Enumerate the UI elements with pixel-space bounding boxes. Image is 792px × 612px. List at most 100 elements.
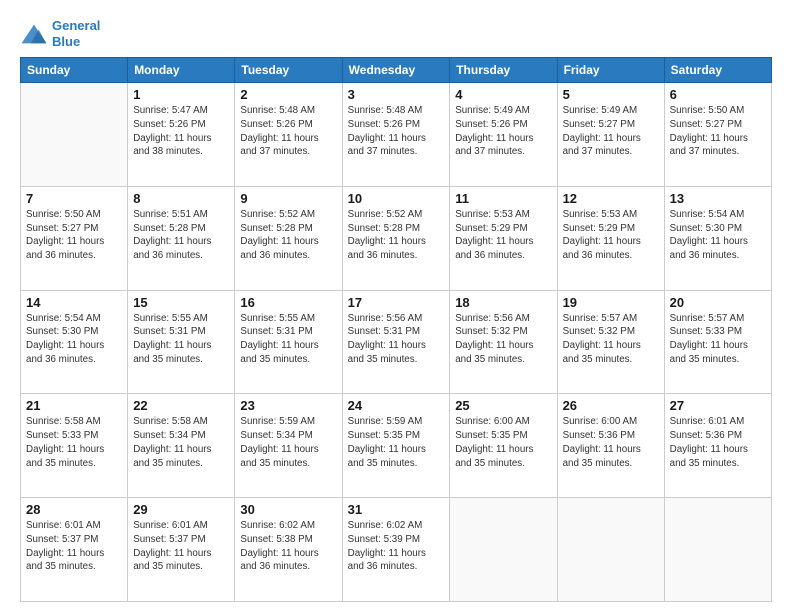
calendar-header-friday: Friday xyxy=(557,58,664,83)
calendar-week-3: 14 Sunrise: 5:54 AM Sunset: 5:30 PM Dayli… xyxy=(21,290,772,394)
day-info: Sunrise: 5:52 AM Sunset: 5:28 PM Dayligh… xyxy=(240,208,336,263)
calendar-header-sunday: Sunday xyxy=(21,58,128,83)
calendar-cell: 6 Sunrise: 5:50 AM Sunset: 5:27 PM Daylig… xyxy=(664,83,771,187)
calendar-cell: 5 Sunrise: 5:49 AM Sunset: 5:27 PM Daylig… xyxy=(557,83,664,187)
calendar-cell: 4 Sunrise: 5:49 AM Sunset: 5:26 PM Daylig… xyxy=(450,83,557,187)
calendar-cell: 10 Sunrise: 5:52 AM Sunset: 5:28 PM Dayli… xyxy=(342,186,450,290)
calendar-cell: 26 Sunrise: 6:00 AM Sunset: 5:36 PM Dayli… xyxy=(557,394,664,498)
day-info: Sunrise: 5:55 AM Sunset: 5:31 PM Dayligh… xyxy=(133,312,229,367)
calendar-header-row: SundayMondayTuesdayWednesdayThursdayFrid… xyxy=(21,58,772,83)
page: General Blue SundayMondayTuesdayWednesda… xyxy=(0,0,792,612)
day-number: 2 xyxy=(240,87,336,102)
day-info: Sunrise: 5:50 AM Sunset: 5:27 PM Dayligh… xyxy=(26,208,122,263)
day-number: 31 xyxy=(348,502,445,517)
calendar-cell xyxy=(664,498,771,602)
calendar-cell: 15 Sunrise: 5:55 AM Sunset: 5:31 PM Dayli… xyxy=(128,290,235,394)
day-number: 3 xyxy=(348,87,445,102)
day-info: Sunrise: 5:49 AM Sunset: 5:27 PM Dayligh… xyxy=(563,104,659,159)
day-number: 14 xyxy=(26,295,122,310)
calendar-cell: 30Sunrise: 6:02 AM Sunset: 5:38 PM Dayli… xyxy=(235,498,342,602)
day-info: Sunrise: 6:02 AM Sunset: 5:39 PM Dayligh… xyxy=(348,519,445,574)
day-number: 12 xyxy=(563,191,659,206)
day-info: Sunrise: 5:55 AM Sunset: 5:31 PM Dayligh… xyxy=(240,312,336,367)
day-number: 27 xyxy=(670,398,766,413)
day-info: Sunrise: 5:59 AM Sunset: 5:35 PM Dayligh… xyxy=(348,415,445,470)
calendar-header-monday: Monday xyxy=(128,58,235,83)
calendar-cell xyxy=(450,498,557,602)
day-info: Sunrise: 5:57 AM Sunset: 5:33 PM Dayligh… xyxy=(670,312,766,367)
calendar-cell: 22Sunrise: 5:58 AM Sunset: 5:34 PM Dayli… xyxy=(128,394,235,498)
day-info: Sunrise: 5:47 AM Sunset: 5:26 PM Dayligh… xyxy=(133,104,229,159)
calendar-cell: 20 Sunrise: 5:57 AM Sunset: 5:33 PM Dayli… xyxy=(664,290,771,394)
day-number: 24 xyxy=(348,398,445,413)
calendar-cell: 29Sunrise: 6:01 AM Sunset: 5:37 PM Dayli… xyxy=(128,498,235,602)
day-info: Sunrise: 5:54 AM Sunset: 5:30 PM Dayligh… xyxy=(670,208,766,263)
calendar-week-5: 28Sunrise: 6:01 AM Sunset: 5:37 PM Dayli… xyxy=(21,498,772,602)
calendar-week-4: 21 Sunrise: 5:58 AM Sunset: 5:33 PM Dayli… xyxy=(21,394,772,498)
day-number: 8 xyxy=(133,191,229,206)
day-number: 23 xyxy=(240,398,336,413)
day-info: Sunrise: 6:02 AM Sunset: 5:38 PM Dayligh… xyxy=(240,519,336,574)
day-info: Sunrise: 5:51 AM Sunset: 5:28 PM Dayligh… xyxy=(133,208,229,263)
calendar-cell: 18 Sunrise: 5:56 AM Sunset: 5:32 PM Dayli… xyxy=(450,290,557,394)
day-info: Sunrise: 5:49 AM Sunset: 5:26 PM Dayligh… xyxy=(455,104,551,159)
day-number: 4 xyxy=(455,87,551,102)
calendar-header-wednesday: Wednesday xyxy=(342,58,450,83)
day-number: 26 xyxy=(563,398,659,413)
day-info: Sunrise: 5:57 AM Sunset: 5:32 PM Dayligh… xyxy=(563,312,659,367)
calendar-cell: 12 Sunrise: 5:53 AM Sunset: 5:29 PM Dayli… xyxy=(557,186,664,290)
day-number: 29 xyxy=(133,502,229,517)
day-number: 7 xyxy=(26,191,122,206)
day-number: 20 xyxy=(670,295,766,310)
calendar-cell: 16 Sunrise: 5:55 AM Sunset: 5:31 PM Dayli… xyxy=(235,290,342,394)
calendar-cell: 1Sunrise: 5:47 AM Sunset: 5:26 PM Daylig… xyxy=(128,83,235,187)
day-info: Sunrise: 6:01 AM Sunset: 5:37 PM Dayligh… xyxy=(26,519,122,574)
day-info: Sunrise: 5:48 AM Sunset: 5:26 PM Dayligh… xyxy=(240,104,336,159)
calendar-cell: 27 Sunrise: 6:01 AM Sunset: 5:36 PM Dayli… xyxy=(664,394,771,498)
day-info: Sunrise: 6:00 AM Sunset: 5:36 PM Dayligh… xyxy=(563,415,659,470)
calendar-header-tuesday: Tuesday xyxy=(235,58,342,83)
day-number: 5 xyxy=(563,87,659,102)
calendar-cell: 24 Sunrise: 5:59 AM Sunset: 5:35 PM Dayli… xyxy=(342,394,450,498)
day-number: 6 xyxy=(670,87,766,102)
calendar-week-2: 7 Sunrise: 5:50 AM Sunset: 5:27 PM Daylig… xyxy=(21,186,772,290)
day-number: 10 xyxy=(348,191,445,206)
day-info: Sunrise: 5:58 AM Sunset: 5:33 PM Dayligh… xyxy=(26,415,122,470)
day-info: Sunrise: 5:50 AM Sunset: 5:27 PM Dayligh… xyxy=(670,104,766,159)
day-info: Sunrise: 5:52 AM Sunset: 5:28 PM Dayligh… xyxy=(348,208,445,263)
day-info: Sunrise: 5:48 AM Sunset: 5:26 PM Dayligh… xyxy=(348,104,445,159)
logo-text: General Blue xyxy=(52,18,100,49)
day-number: 13 xyxy=(670,191,766,206)
day-info: Sunrise: 5:58 AM Sunset: 5:34 PM Dayligh… xyxy=(133,415,229,470)
day-number: 21 xyxy=(26,398,122,413)
calendar-cell: 19Sunrise: 5:57 AM Sunset: 5:32 PM Dayli… xyxy=(557,290,664,394)
day-number: 9 xyxy=(240,191,336,206)
day-info: Sunrise: 5:53 AM Sunset: 5:29 PM Dayligh… xyxy=(563,208,659,263)
day-info: Sunrise: 6:00 AM Sunset: 5:35 PM Dayligh… xyxy=(455,415,551,470)
calendar-header-thursday: Thursday xyxy=(450,58,557,83)
calendar-cell: 31 Sunrise: 6:02 AM Sunset: 5:39 PM Dayli… xyxy=(342,498,450,602)
day-info: Sunrise: 5:56 AM Sunset: 5:32 PM Dayligh… xyxy=(455,312,551,367)
day-number: 18 xyxy=(455,295,551,310)
calendar-cell: 2 Sunrise: 5:48 AM Sunset: 5:26 PM Daylig… xyxy=(235,83,342,187)
day-info: Sunrise: 5:53 AM Sunset: 5:29 PM Dayligh… xyxy=(455,208,551,263)
calendar-week-1: 1Sunrise: 5:47 AM Sunset: 5:26 PM Daylig… xyxy=(21,83,772,187)
calendar-cell: 3 Sunrise: 5:48 AM Sunset: 5:26 PM Daylig… xyxy=(342,83,450,187)
calendar-cell: 9 Sunrise: 5:52 AM Sunset: 5:28 PM Daylig… xyxy=(235,186,342,290)
calendar-cell: 28Sunrise: 6:01 AM Sunset: 5:37 PM Dayli… xyxy=(21,498,128,602)
calendar-cell: 23Sunrise: 5:59 AM Sunset: 5:34 PM Dayli… xyxy=(235,394,342,498)
day-info: Sunrise: 5:54 AM Sunset: 5:30 PM Dayligh… xyxy=(26,312,122,367)
calendar-cell: 21 Sunrise: 5:58 AM Sunset: 5:33 PM Dayli… xyxy=(21,394,128,498)
calendar-table: SundayMondayTuesdayWednesdayThursdayFrid… xyxy=(20,57,772,602)
calendar-cell: 17Sunrise: 5:56 AM Sunset: 5:31 PM Dayli… xyxy=(342,290,450,394)
calendar-cell: 7 Sunrise: 5:50 AM Sunset: 5:27 PM Daylig… xyxy=(21,186,128,290)
day-number: 15 xyxy=(133,295,229,310)
day-number: 17 xyxy=(348,295,445,310)
day-number: 16 xyxy=(240,295,336,310)
header: General Blue xyxy=(20,18,772,49)
calendar-cell: 14 Sunrise: 5:54 AM Sunset: 5:30 PM Dayli… xyxy=(21,290,128,394)
day-info: Sunrise: 6:01 AM Sunset: 5:36 PM Dayligh… xyxy=(670,415,766,470)
logo-icon xyxy=(20,23,48,45)
calendar-cell: 25 Sunrise: 6:00 AM Sunset: 5:35 PM Dayli… xyxy=(450,394,557,498)
day-number: 25 xyxy=(455,398,551,413)
